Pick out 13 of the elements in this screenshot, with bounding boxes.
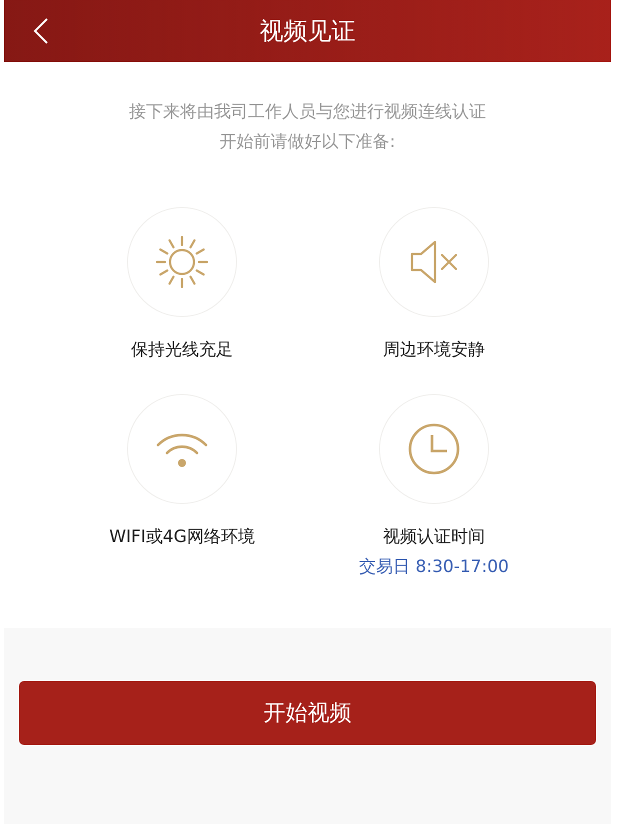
sun-icon (154, 234, 210, 290)
tip-label: 视频认证时间 (383, 526, 485, 549)
back-button[interactable] (32, 17, 50, 45)
time-note: 交易日 8:30-17:00 (359, 556, 509, 579)
mute-icon (409, 238, 459, 286)
instruction-text: 接下来将由我司工作人员与您进行视频连线认证 (129, 101, 486, 124)
instruction-text: 开始前请做好以下准备: (220, 131, 396, 154)
clock-icon (407, 422, 461, 476)
tip-label: WIFI或4G网络环境 (109, 526, 255, 549)
page-title: 视频见证 (260, 16, 356, 47)
tip-label: 周边环境安静 (383, 339, 485, 362)
start-video-button[interactable]: 开始视频 (19, 681, 596, 745)
tip-label: 保持光线充足 (131, 339, 233, 362)
